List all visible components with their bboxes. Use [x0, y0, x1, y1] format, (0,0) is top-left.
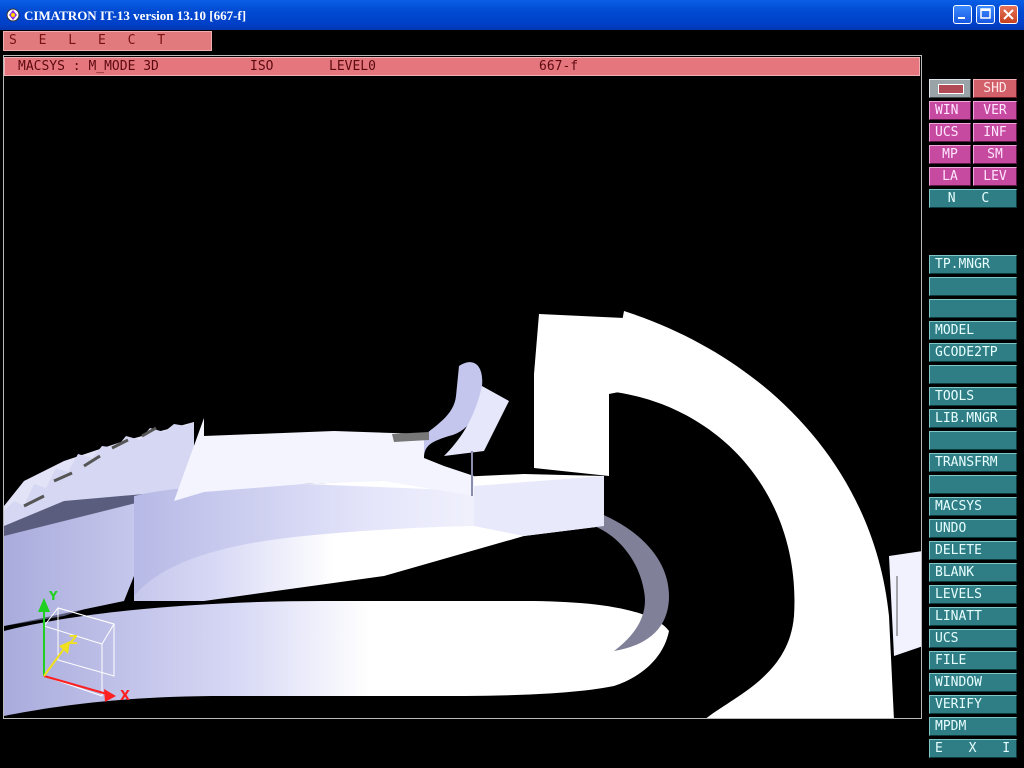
menu-gcode2tp[interactable]: GCODE2TP	[929, 343, 1017, 362]
maximize-button[interactable]	[976, 5, 995, 24]
inf-button[interactable]: INF	[973, 123, 1017, 142]
mp-button[interactable]: MP	[929, 145, 971, 164]
status-level: LEVEL0	[329, 59, 376, 74]
window-title: CIMATRON IT-13 version 13.10 [667-f]	[24, 8, 247, 23]
menu-lib-mngr[interactable]: LIB.MNGR	[929, 409, 1017, 428]
menu-blank-5[interactable]	[929, 475, 1017, 494]
win-button[interactable]: WIN	[929, 101, 971, 120]
ring-edge	[889, 551, 921, 656]
window-title-bar: CIMATRON IT-13 version 13.10 [667-f]	[0, 0, 1024, 30]
slot-band	[4, 601, 669, 716]
block-front	[474, 476, 604, 536]
cad-model-view[interactable]: X Y Z	[4, 56, 922, 719]
menu-blank-1[interactable]	[929, 277, 1017, 296]
menu-window[interactable]: WINDOW	[929, 673, 1017, 692]
ver-button[interactable]: VER	[973, 101, 1017, 120]
menu-tp-mngr[interactable]: TP.MNGR	[929, 255, 1017, 274]
lev-button[interactable]: LEV	[973, 167, 1017, 186]
status-bar: MACSYS : M_MODE 3D ISO LEVEL0 667-f	[4, 57, 920, 76]
menu-ucs[interactable]: UCS	[929, 629, 1017, 648]
close-icon	[1003, 9, 1014, 20]
menu-linatt[interactable]: LINATT	[929, 607, 1017, 626]
graphics-viewport[interactable]: X Y Z	[3, 55, 922, 719]
menu-blank-4[interactable]	[929, 431, 1017, 450]
sm-button[interactable]: SM	[973, 145, 1017, 164]
shd-button[interactable]: SHD	[973, 79, 1017, 98]
menu-tools[interactable]: TOOLS	[929, 387, 1017, 406]
menu-model[interactable]: MODEL	[929, 321, 1017, 340]
z-axis-label: Z	[69, 633, 78, 647]
menu-blank-3[interactable]	[929, 365, 1017, 384]
menu-levels[interactable]: LEVELS	[929, 585, 1017, 604]
menu-undo[interactable]: UNDO	[929, 519, 1017, 538]
menu-macsys[interactable]: MACSYS	[929, 497, 1017, 516]
minimize-button[interactable]	[953, 5, 972, 24]
menu-transfrm[interactable]: TRANSFRM	[929, 453, 1017, 472]
select-prompt[interactable]: S E L E C T	[3, 31, 212, 51]
la-button[interactable]: LA	[929, 167, 971, 186]
maximize-icon	[980, 8, 991, 19]
color-swatch	[938, 84, 964, 94]
menu-blank-2[interactable]	[929, 299, 1017, 318]
color-swatch-button[interactable]	[929, 79, 971, 98]
status-file: 667-f	[539, 59, 579, 74]
minimize-icon	[958, 17, 965, 19]
ucs-top-button[interactable]: UCS	[929, 123, 971, 142]
menu-exit[interactable]: E X I T	[929, 739, 1017, 758]
nc-button[interactable]: N C	[929, 189, 1017, 208]
close-button[interactable]	[999, 5, 1018, 24]
cimatron-app-icon[interactable]	[5, 7, 21, 23]
menu-delete[interactable]: DELETE	[929, 541, 1017, 560]
upper-block	[534, 314, 624, 476]
status-mode: MACSYS : M_MODE 3D	[18, 59, 159, 74]
status-view: ISO	[250, 59, 274, 74]
menu-blank[interactable]: BLANK	[929, 563, 1017, 582]
menu-file[interactable]: FILE	[929, 651, 1017, 670]
y-axis-label: Y	[48, 589, 58, 603]
menu-mpdm[interactable]: MPDM	[929, 717, 1017, 736]
x-axis-label: X	[120, 689, 130, 704]
menu-verify[interactable]: VERIFY	[929, 695, 1017, 714]
